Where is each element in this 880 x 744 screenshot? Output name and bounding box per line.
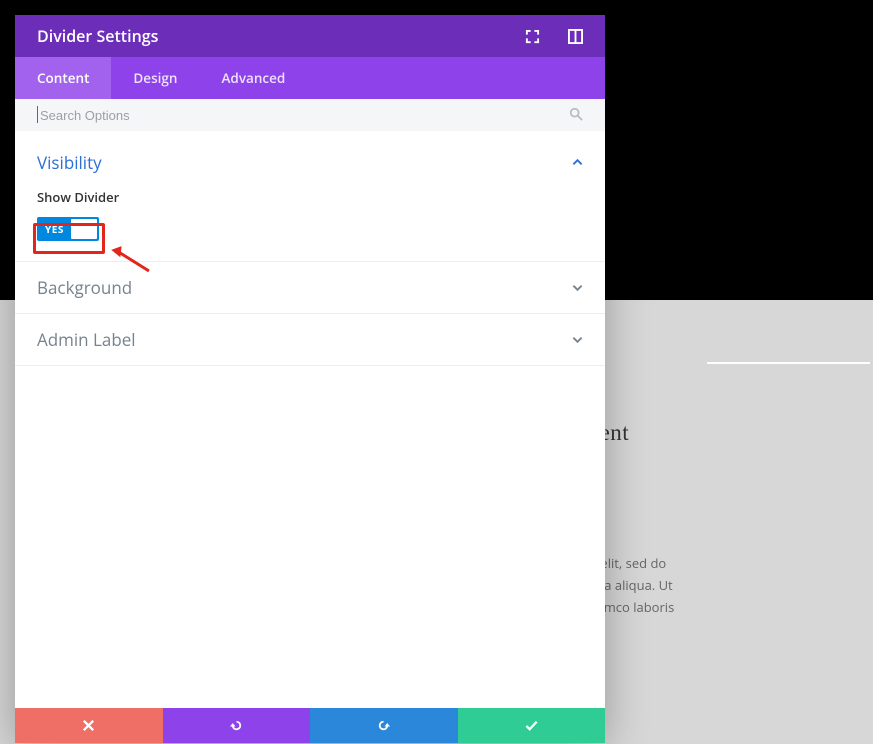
search-input[interactable] — [37, 108, 583, 123]
section-background: Background — [15, 262, 605, 314]
modal-header[interactable]: Divider Settings — [15, 15, 605, 57]
chevron-down-icon — [572, 282, 583, 293]
section-visibility-header[interactable]: Visibility — [37, 151, 583, 174]
expand-icon[interactable] — [525, 29, 540, 44]
tab-design[interactable]: Design — [111, 57, 199, 99]
undo-button[interactable] — [163, 708, 311, 743]
redo-button[interactable] — [310, 708, 458, 743]
chevron-down-icon — [572, 334, 583, 345]
section-admin-label-header[interactable]: Admin Label — [37, 328, 583, 351]
modal-title: Divider Settings — [37, 25, 158, 47]
toggle-value: YES — [39, 222, 64, 236]
save-button[interactable] — [458, 708, 606, 743]
show-divider-toggle[interactable]: YES — [37, 217, 99, 241]
section-background-header[interactable]: Background — [37, 276, 583, 299]
modal-tabs: Content Design Advanced — [15, 57, 605, 99]
search-caret — [37, 106, 38, 123]
show-divider-label: Show Divider — [37, 188, 583, 206]
tab-content[interactable]: Content — [15, 57, 111, 99]
snap-icon[interactable] — [568, 29, 583, 44]
section-title: Background — [37, 276, 132, 299]
chevron-up-icon — [572, 157, 583, 168]
search-bar — [15, 99, 605, 131]
settings-modal: Divider Settings Content Design Advanced… — [15, 15, 605, 743]
page-divider-line — [707, 362, 870, 364]
search-icon[interactable] — [569, 104, 583, 126]
section-visibility: Visibility Show Divider YES — [15, 131, 605, 262]
modal-header-actions — [525, 29, 583, 44]
modal-footer — [15, 708, 605, 743]
section-title: Admin Label — [37, 328, 136, 351]
tab-advanced[interactable]: Advanced — [199, 57, 307, 99]
toggle-knob — [71, 219, 97, 239]
close-button[interactable] — [15, 708, 163, 743]
modal-body: Visibility Show Divider YES Background — [15, 131, 605, 708]
section-visibility-content: Show Divider YES — [37, 174, 583, 247]
section-title: Visibility — [37, 151, 102, 174]
section-admin-label: Admin Label — [15, 314, 605, 366]
